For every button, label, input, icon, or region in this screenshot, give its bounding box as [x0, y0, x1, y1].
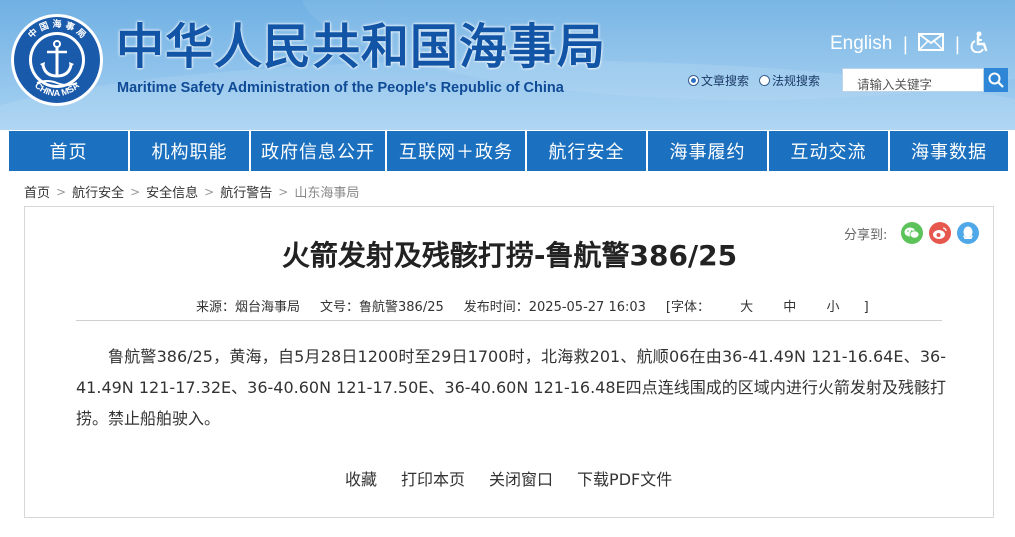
- font-size-close-bracket: ]: [863, 300, 869, 315]
- breadcrumb-item-home[interactable]: 首页: [24, 182, 50, 201]
- search-option-article-label: 文章搜索: [701, 74, 750, 88]
- font-size-control: [字体： 大 中 小 ]: [666, 296, 889, 315]
- nav-item-gov-info[interactable]: 政府信息公开: [251, 131, 385, 171]
- english-link[interactable]: English: [830, 33, 892, 55]
- search-option-law[interactable]: 法规搜索: [759, 72, 820, 89]
- article-body: 鲁航警386/25，黄海，自5月28日1200时至29日1700时，北海救201…: [76, 347, 946, 428]
- breadcrumb: 首页 > 航行安全 > 安全信息 > 航行警告 > 山东海事局: [24, 182, 359, 202]
- msa-emblem-logo[interactable]: 中 国 海 事 局 CHINA MSA: [10, 13, 104, 107]
- radio-selected[interactable]: [688, 75, 699, 86]
- font-size-label: [字体：: [665, 300, 710, 315]
- search-option-article[interactable]: 文章搜索: [688, 72, 749, 89]
- favorite-link[interactable]: 收藏: [345, 466, 377, 490]
- breadcrumb-separator: >: [204, 184, 215, 199]
- search-options: 文章搜索 法规搜索: [688, 72, 830, 89]
- font-size-medium-button[interactable]: 中: [783, 300, 796, 315]
- nav-item-nav-safety[interactable]: 航行安全: [527, 131, 646, 171]
- print-link[interactable]: 打印本页: [401, 466, 465, 490]
- search-icon: [988, 72, 1004, 88]
- main-nav: 首页 机构职能 政府信息公开 互联网＋政务 航行安全 海事履约 互动交流 海事数…: [0, 130, 1015, 172]
- search-input[interactable]: 请输入关键字: [842, 68, 984, 92]
- accessibility-icon[interactable]: [970, 31, 990, 57]
- article-source: 来源：烟台海事局: [196, 300, 301, 315]
- nav-item-internet-gov[interactable]: 互联网＋政务: [387, 131, 525, 171]
- breadcrumb-item-current[interactable]: 山东海事局: [294, 182, 359, 201]
- site-subtitle: Maritime Safety Administration of the Pe…: [117, 80, 564, 96]
- article-title: 火箭发射及残骸打捞-鲁航警386/25: [281, 239, 738, 272]
- font-size-small-button[interactable]: 小: [826, 300, 839, 315]
- article-publish-time: 发布时间：2025-05-27 16:03: [463, 300, 646, 315]
- nav-item-home[interactable]: 首页: [9, 131, 128, 171]
- article-doc-number: 文号：鲁航警386/25: [320, 300, 444, 315]
- mail-icon[interactable]: [918, 33, 945, 55]
- breadcrumb-separator: >: [56, 184, 67, 199]
- search-option-law-label: 法规搜索: [772, 74, 821, 88]
- radio-unselected[interactable]: [759, 75, 771, 86]
- article-actions: 收藏 打印本页 关闭窗口 下载PDF文件: [345, 466, 696, 490]
- site-title: 中华人民共和国海事局: [116, 19, 607, 75]
- top-links: English | |: [830, 31, 990, 57]
- download-pdf-link[interactable]: 下载PDF文件: [577, 466, 672, 490]
- font-size-large-button[interactable]: 大: [740, 300, 753, 315]
- nav-item-data[interactable]: 海事数据: [890, 131, 1008, 171]
- article-meta: 来源：烟台海事局 文号：鲁航警386/25 发布时间：2025-05-27 16…: [196, 296, 889, 315]
- breadcrumb-item-warnings[interactable]: 航行警告: [220, 182, 272, 201]
- site-header: 中 国 海 事 局 CHINA MSA 中华人民共和国海事局 Maritime …: [0, 0, 1015, 130]
- nav-item-functions[interactable]: 机构职能: [130, 131, 249, 171]
- breadcrumb-item-nav-safety[interactable]: 航行安全: [72, 182, 124, 201]
- divider: |: [954, 33, 961, 55]
- close-window-link[interactable]: 关闭窗口: [489, 466, 553, 490]
- breadcrumb-separator: >: [130, 184, 141, 199]
- breadcrumb-item-safety-info[interactable]: 安全信息: [146, 182, 198, 201]
- divider: |: [902, 33, 909, 55]
- search-button[interactable]: [984, 68, 1008, 92]
- nav-item-interaction[interactable]: 互动交流: [769, 131, 888, 171]
- nav-item-compliance[interactable]: 海事履约: [648, 131, 767, 171]
- meta-divider: [76, 320, 942, 321]
- breadcrumb-separator: >: [278, 184, 289, 199]
